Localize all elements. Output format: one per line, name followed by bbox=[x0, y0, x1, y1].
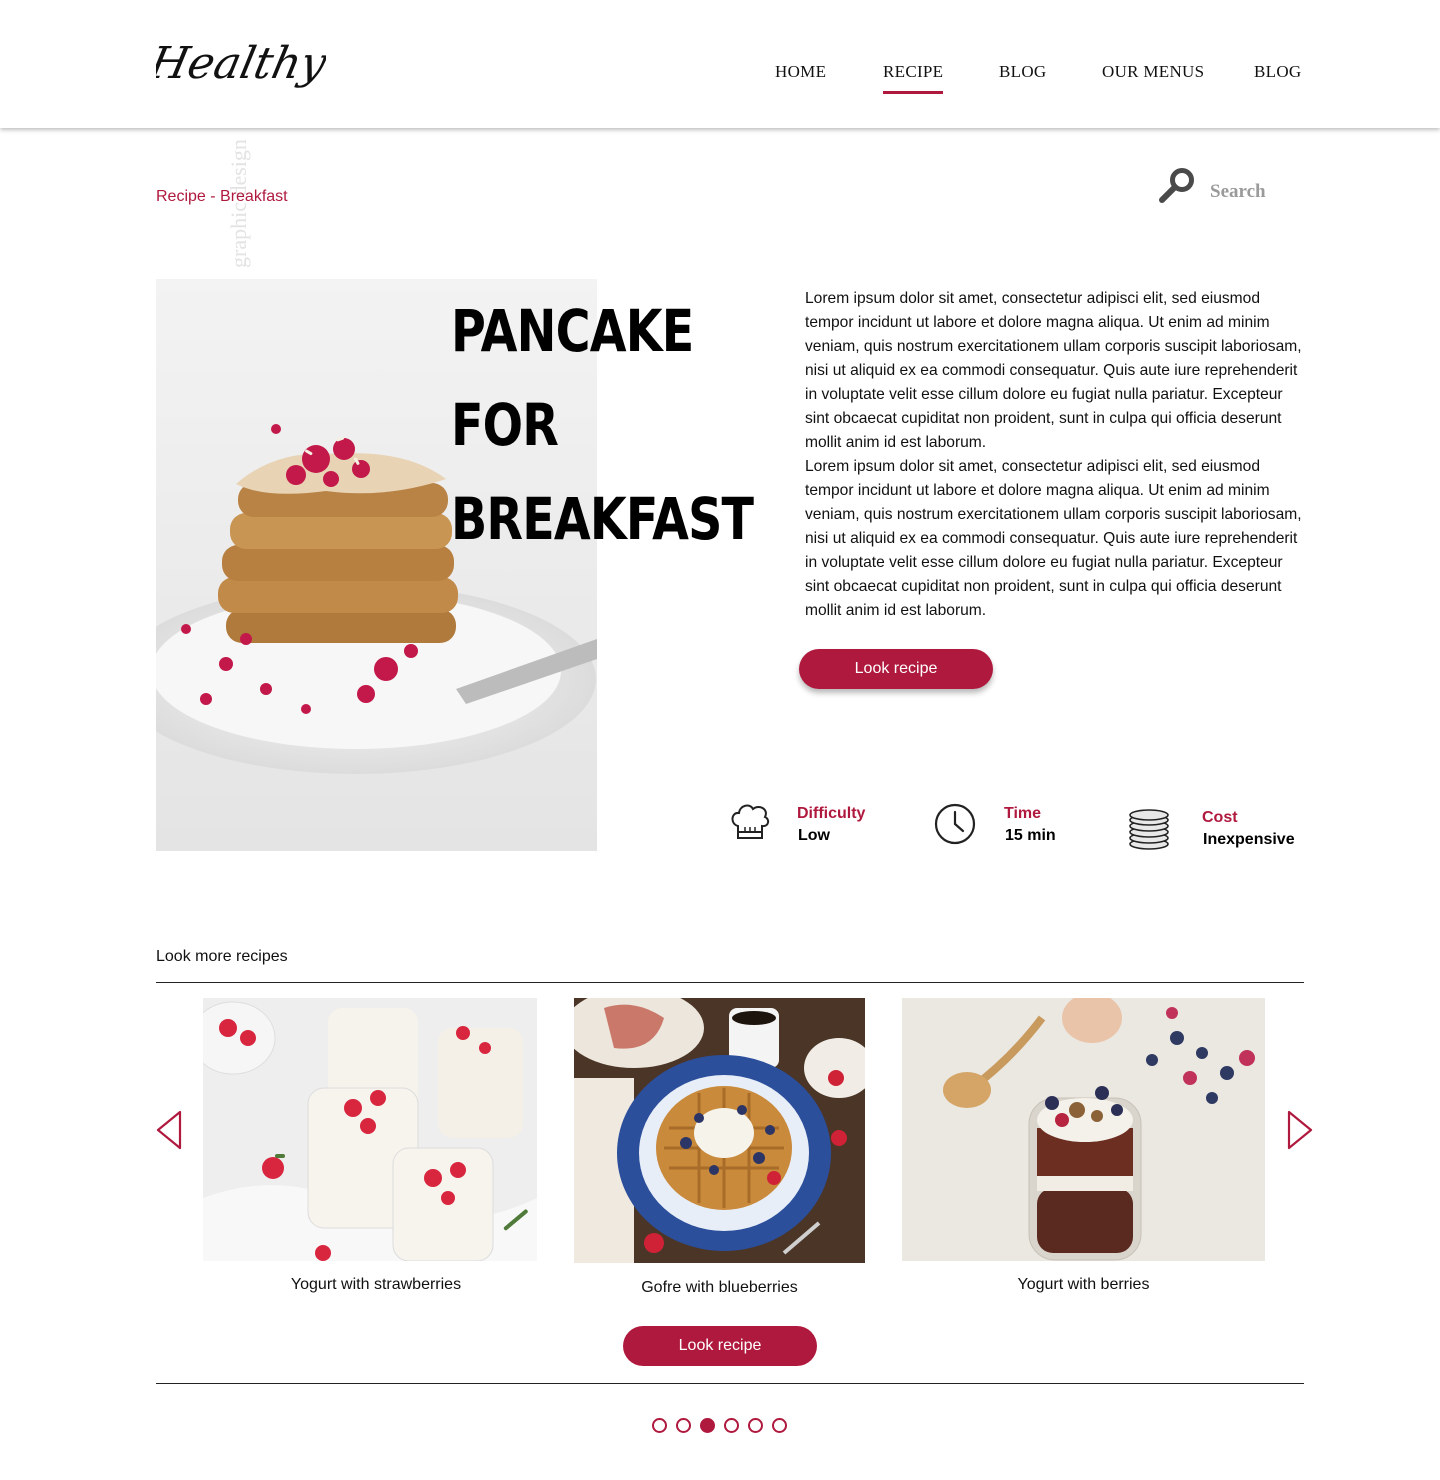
difficulty-label: Difficulty bbox=[797, 805, 866, 822]
recipe-title: PANCAKE FOR BREAKFAST bbox=[451, 284, 754, 566]
clock-icon bbox=[934, 803, 976, 845]
search-icon bbox=[1159, 168, 1194, 203]
recipe-card-image[interactable] bbox=[902, 998, 1265, 1261]
recipe-card-caption[interactable]: Gofre with blueberries bbox=[574, 1279, 865, 1297]
description-paragraph: Lorem ipsum dolor sit amet, consectetur … bbox=[805, 458, 1302, 619]
nav-our-menus[interactable]: OUR MENUS bbox=[1102, 62, 1204, 82]
coins-icon bbox=[1129, 809, 1169, 850]
look-recipe-button-more[interactable]: Look recipe bbox=[623, 1326, 817, 1366]
site-header: Healthy HOME RECIPE BLOG OUR MENUS BLOG bbox=[0, 0, 1440, 128]
look-recipe-button[interactable]: Look recipe bbox=[799, 649, 993, 689]
recipe-card-caption[interactable]: Yogurt with strawberries bbox=[203, 1276, 549, 1294]
title-line-3: BREAKFAST bbox=[451, 485, 754, 553]
nav-recipe[interactable]: RECIPE bbox=[883, 62, 944, 94]
chef-hat-icon bbox=[731, 804, 770, 839]
search-label: Search bbox=[1210, 181, 1266, 202]
title-line-2: FOR bbox=[451, 391, 559, 459]
nav-blog[interactable]: BLOG bbox=[999, 62, 1046, 82]
description-paragraph: Lorem ipsum dolor sit amet, consectetur … bbox=[805, 290, 1302, 451]
divider bbox=[156, 982, 1304, 983]
nav-home[interactable]: HOME bbox=[775, 62, 826, 82]
cost-value: Inexpensive bbox=[1203, 831, 1295, 848]
time-label: Time bbox=[1004, 805, 1042, 822]
recipe-description: Lorem ipsum dolor sit amet, consectetur … bbox=[805, 287, 1305, 623]
title-line-1: PANCAKE bbox=[451, 297, 694, 365]
pagination-dot[interactable] bbox=[676, 1418, 691, 1433]
pagination-dot[interactable] bbox=[724, 1418, 739, 1433]
search[interactable]: Search bbox=[1158, 166, 1288, 206]
time-value: 15 min bbox=[1005, 827, 1056, 844]
prev-arrow-icon[interactable] bbox=[155, 1109, 185, 1151]
breadcrumb[interactable]: Recipe - Breakfast bbox=[156, 188, 288, 206]
pagination-dot[interactable] bbox=[772, 1418, 787, 1433]
nav-blog-2[interactable]: BLOG bbox=[1254, 62, 1301, 82]
next-arrow-icon[interactable] bbox=[1284, 1109, 1314, 1151]
recipe-card-image[interactable] bbox=[203, 998, 537, 1261]
difficulty-value: Low bbox=[798, 827, 830, 844]
main-nav: HOME RECIPE BLOG OUR MENUS BLOG bbox=[0, 62, 1440, 102]
pagination-dot-active[interactable] bbox=[700, 1418, 715, 1433]
recipe-card-image[interactable] bbox=[574, 998, 865, 1263]
divider bbox=[156, 1383, 1304, 1384]
pagination-dot[interactable] bbox=[748, 1418, 763, 1433]
more-recipes-title: Look more recipes bbox=[156, 948, 288, 965]
recipe-card-caption[interactable]: Yogurt with berries bbox=[902, 1276, 1265, 1294]
pagination-dot[interactable] bbox=[652, 1418, 667, 1433]
cost-label: Cost bbox=[1202, 809, 1238, 826]
